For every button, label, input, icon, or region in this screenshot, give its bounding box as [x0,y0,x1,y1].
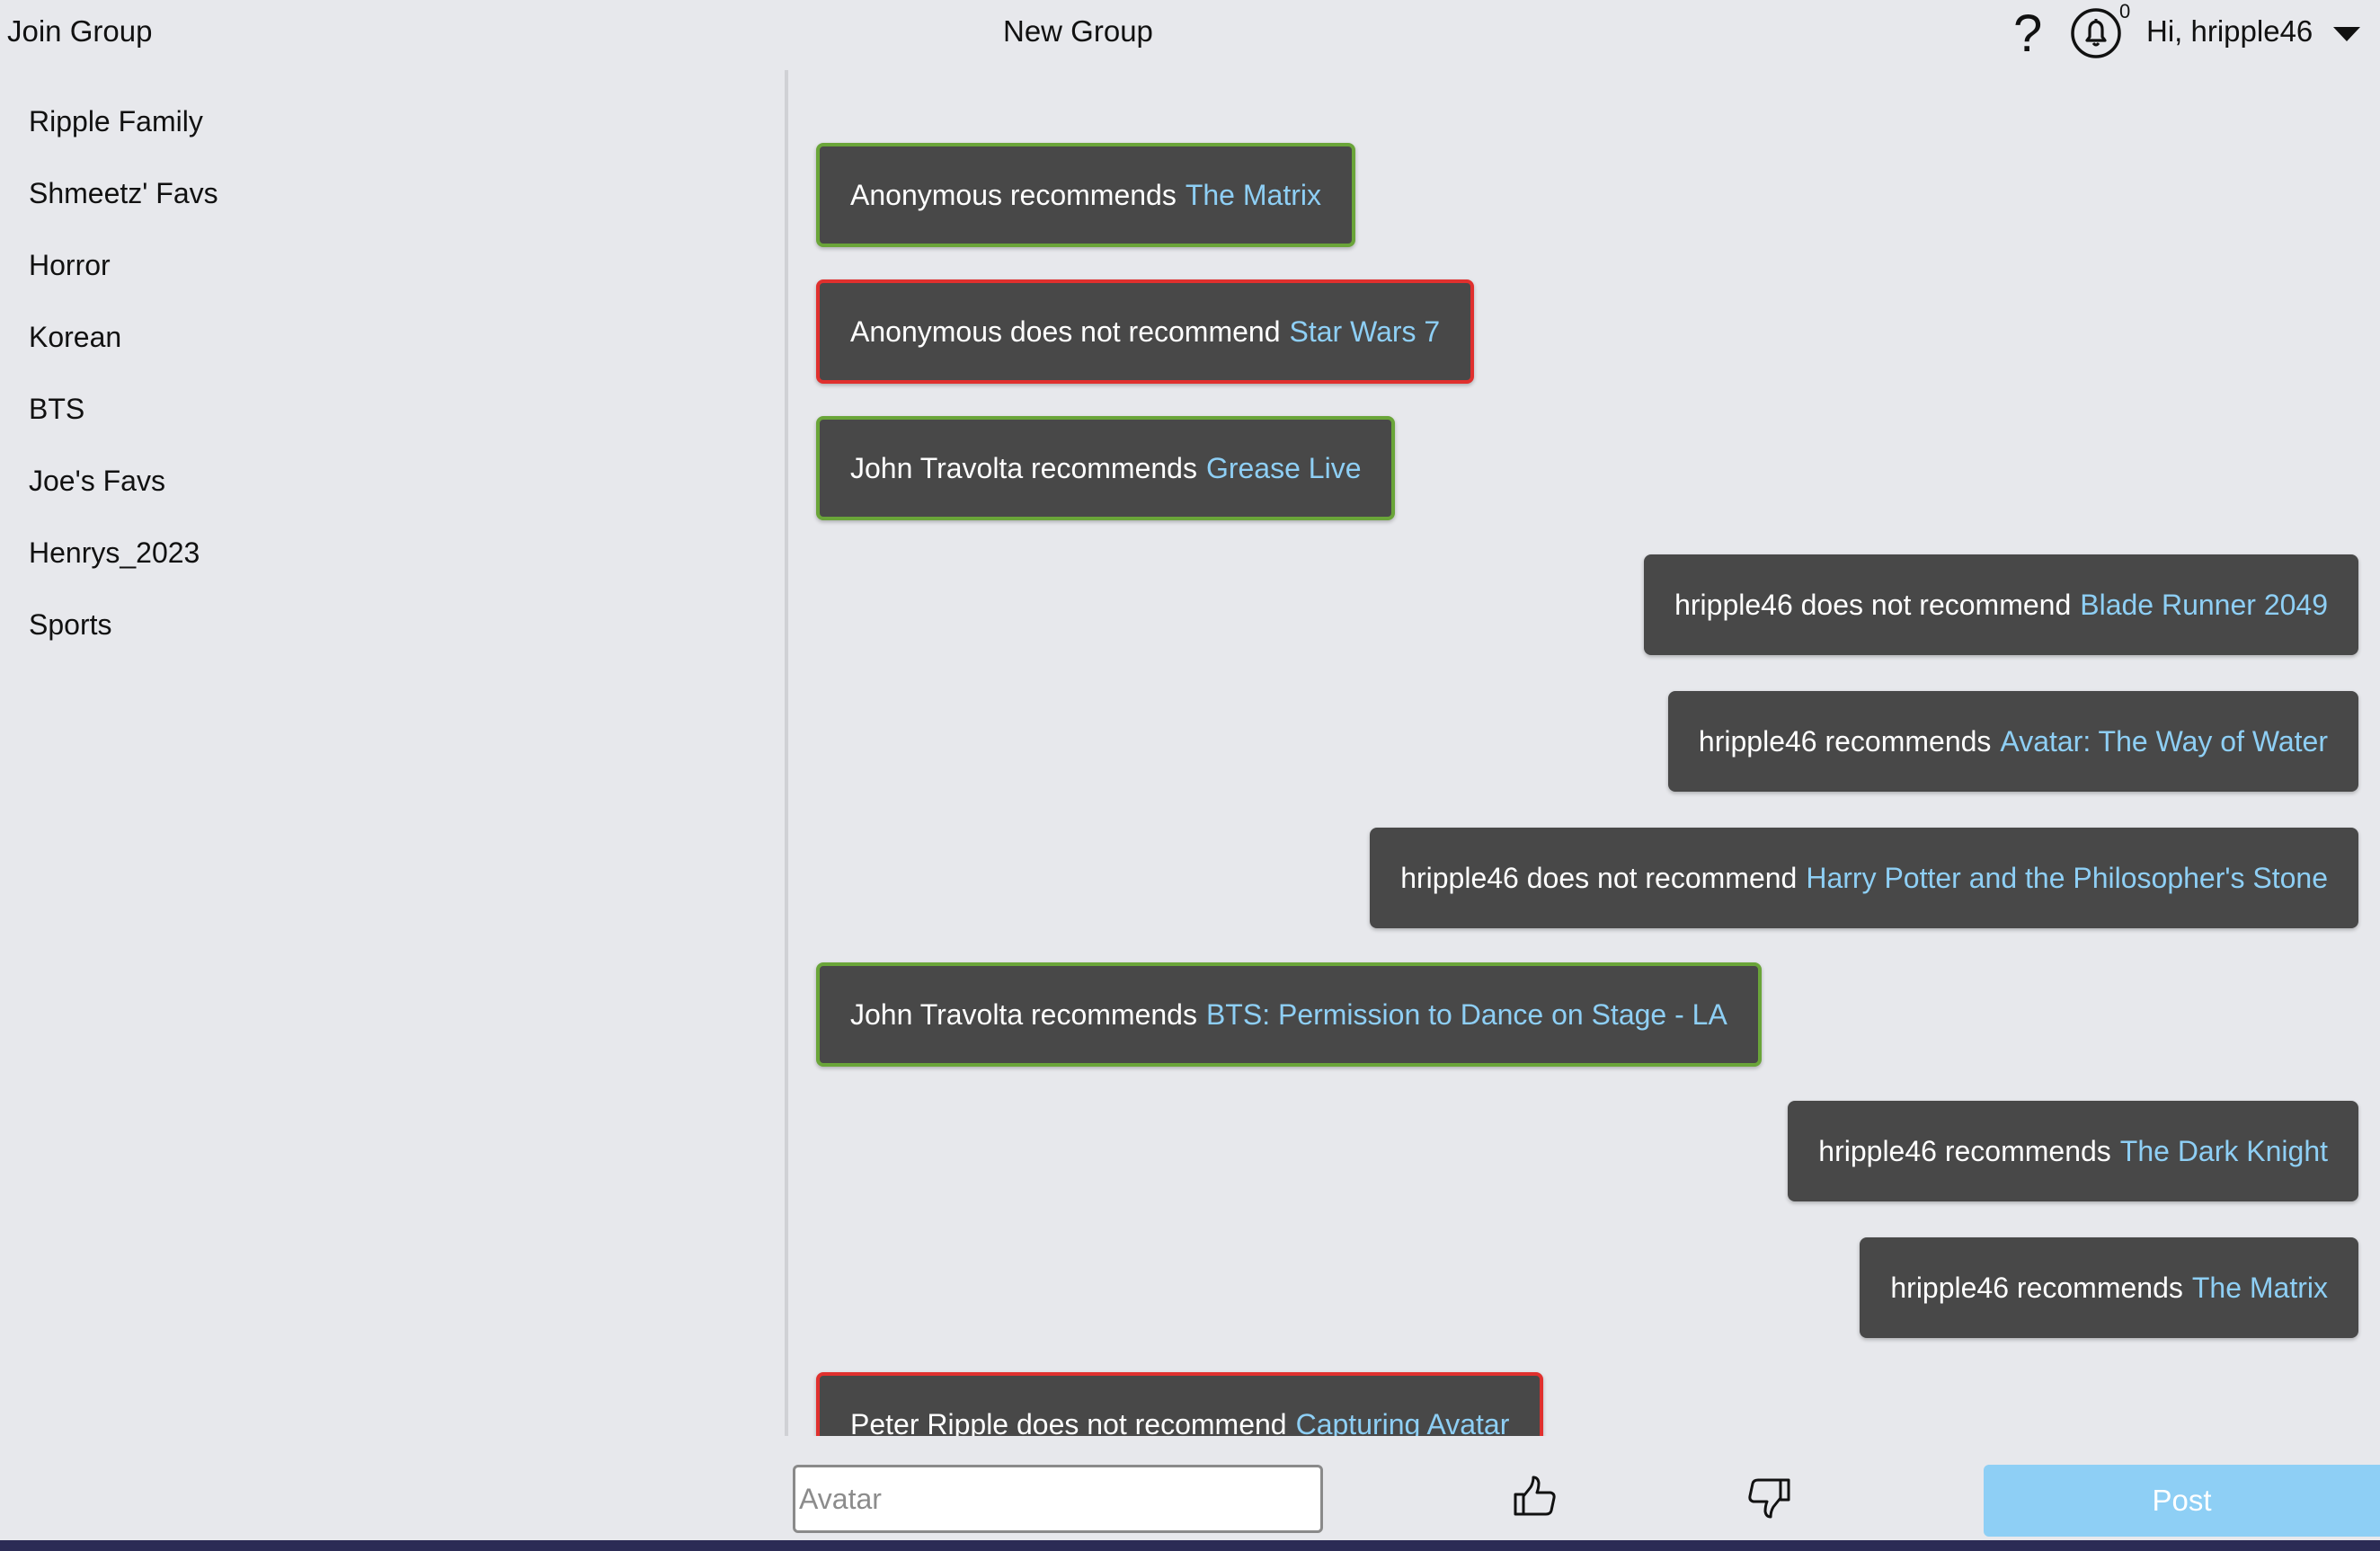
notification-count: 0 [2119,0,2131,22]
post-button[interactable]: Post [1984,1465,2380,1537]
movie-link[interactable]: BTS: Permission to Dance on Stage - LA [1206,998,1727,1032]
recommendation-text: hripple46 recommends [1698,724,1992,758]
movie-link[interactable]: The Matrix [2192,1272,2328,1305]
thumbs-down-icon[interactable] [1744,1472,1794,1522]
recommendation-text: Peter Ripple does not recommend [850,1407,1287,1437]
recommendation-text: John Travolta recommends [850,451,1197,484]
movie-link[interactable]: Blade Runner 2049 [2080,589,2328,622]
sidebar-item-group[interactable]: BTS [29,382,84,436]
sidebar-item-group[interactable]: Ripple Family [29,94,203,148]
recommendation-card: Peter Ripple does not recommend Capturing… [816,1372,1544,1437]
sidebar-item-group[interactable]: Horror [29,238,111,292]
recommendation-feed[interactable]: Anonymous recommends The Matrix Anonymous… [813,108,2366,1436]
own-recommendation-card: hripple46 does not recommend Blade Runner… [1644,554,2358,655]
bell-icon[interactable] [2070,7,2122,59]
movie-link[interactable]: Capturing Avatar [1296,1408,1510,1437]
recommendation-card: Anonymous recommends The Matrix [816,143,1355,247]
movie-link[interactable]: The Matrix [1186,179,1321,212]
movie-search-input[interactable] [793,1465,1323,1533]
sidebar-item-group[interactable]: Shmeetz' Favs [29,166,218,220]
sidebar-item-group[interactable]: Henrys_2023 [29,526,200,580]
recommendation-text: hripple46 does not recommend [1674,588,2072,621]
own-recommendation-card: hripple46 recommends The Matrix [1860,1237,2358,1338]
movie-link[interactable]: Grease Live [1206,452,1362,485]
recommendation-text: Anonymous does not recommend [850,315,1281,348]
recommendation-text: Anonymous recommends [850,178,1177,211]
recommendation-card: Anonymous does not recommend Star Wars 7 [816,279,1475,384]
join-group-link[interactable]: Join Group [7,14,152,49]
movie-link[interactable]: Avatar: The Way of Water [2000,725,2328,758]
top-bar: Join Group New Group ? 0 Hi, hripple46 [0,0,2380,68]
window-bottom-edge [0,1540,2380,1551]
user-menu-greeting[interactable]: Hi, hripple46 [2146,14,2313,49]
recommendation-card: John Travolta recommends Grease Live [816,416,1396,520]
post-composer: Post [0,1436,2380,1540]
movie-link[interactable]: Harry Potter and the Philosopher's Stone [1806,862,2328,895]
recommendation-text: John Travolta recommends [850,997,1197,1031]
group-sidebar: Ripple Family Shmeetz' Favs Horror Korea… [0,70,784,1436]
sidebar-item-group[interactable]: Sports [29,598,111,651]
sidebar-item-group[interactable]: Joe's Favs [29,454,165,508]
new-group-link[interactable]: New Group [1003,14,1153,49]
recommendation-text: hripple46 recommends [1890,1271,2183,1304]
own-recommendation-card: hripple46 recommends Avatar: The Way of W… [1667,691,2358,792]
help-icon[interactable]: ? [2013,5,2042,63]
recommendation-text: hripple46 does not recommend [1400,861,1798,894]
sidebar-divider [785,70,788,1436]
caret-down-icon[interactable] [2333,27,2360,41]
recommendation-text: hripple46 recommends [1818,1134,2111,1167]
movie-link[interactable]: The Dark Knight [2120,1135,2328,1168]
own-recommendation-card: hripple46 recommends The Dark Knight [1788,1101,2358,1201]
movie-link[interactable]: Star Wars 7 [1289,315,1440,349]
recommendation-card: John Travolta recommends BTS: Permission … [816,962,1762,1067]
sidebar-item-group[interactable]: Korean [29,310,121,364]
own-recommendation-card: hripple46 does not recommend Harry Potter… [1370,828,2358,928]
thumbs-up-icon[interactable] [1510,1472,1560,1522]
